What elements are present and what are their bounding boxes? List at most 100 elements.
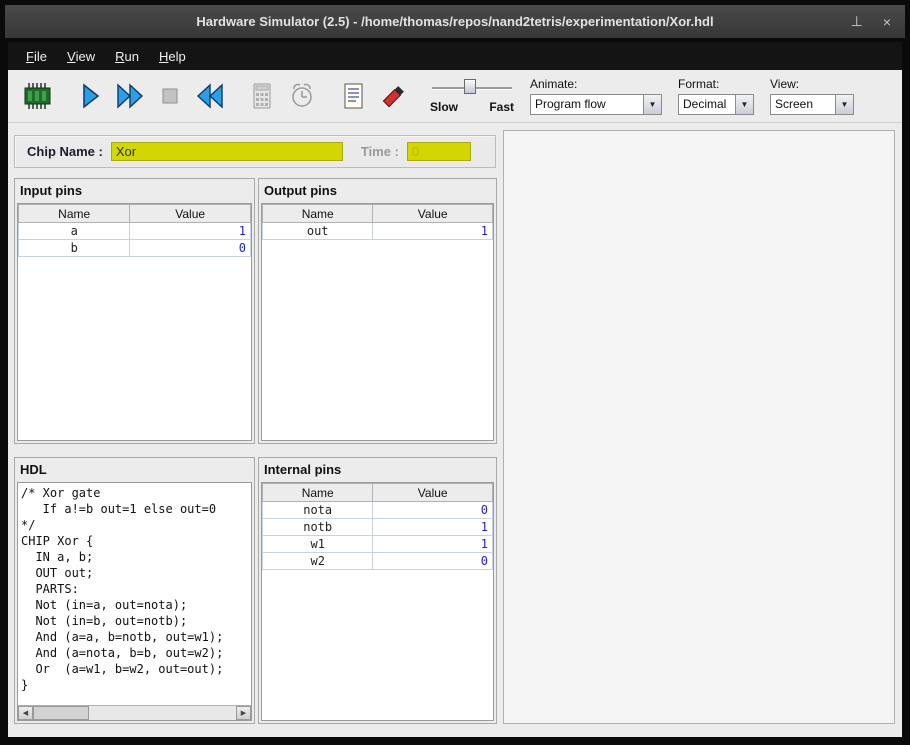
close-button[interactable]: ×: [883, 14, 891, 30]
menu-item[interactable]: Run: [105, 42, 149, 70]
column-header-name: Name: [263, 484, 373, 502]
hdl-horizontal-scrollbar[interactable]: ◀ ▶: [18, 705, 251, 720]
column-header-name: Name: [263, 205, 373, 223]
internal-pins-title: Internal pins: [259, 458, 496, 480]
speed-slider[interactable]: [430, 79, 514, 95]
main-content: Chip Name : Xor Time : 0 Input pins Name…: [8, 123, 902, 737]
view-value: Screen: [771, 95, 835, 114]
pin-name-cell: nota: [263, 502, 373, 519]
view-select[interactable]: Screen ▼: [770, 94, 854, 115]
table-row: nota 0: [263, 502, 493, 519]
table-row: notb 1: [263, 519, 493, 536]
output-pins-table-wrap: Name Value out 1: [261, 203, 494, 441]
reset-button[interactable]: [190, 75, 230, 117]
pin-value-cell: 1: [373, 519, 493, 536]
hdl-code-area: /* Xor gate If a!=b out=1 else out=0 */ …: [17, 482, 252, 721]
code-line: And (a=nota, b=b, out=w2);: [21, 645, 248, 661]
column-header-value: Value: [373, 484, 493, 502]
load-script-button[interactable]: [334, 75, 374, 117]
code-line: }: [21, 677, 248, 693]
clock-icon: [287, 81, 317, 111]
pin-name-cell: w1: [263, 536, 373, 553]
reset-icon: [195, 81, 225, 111]
table-row: w1 1: [263, 536, 493, 553]
code-line: Or (a=w1, b=w2, out=out);: [21, 661, 248, 677]
view-group: View: Screen ▼: [770, 77, 854, 115]
code-line: CHIP Xor {: [21, 533, 248, 549]
format-select[interactable]: Decimal ▼: [678, 94, 754, 115]
run-icon: [115, 81, 145, 111]
column-header-name: Name: [19, 205, 130, 223]
load-script-icon: [339, 81, 369, 111]
clear-button[interactable]: [374, 75, 414, 117]
scroll-right-button[interactable]: ▶: [236, 706, 251, 720]
pin-name-cell: out: [263, 223, 373, 240]
window-title: Hardware Simulator (2.5) - /home/thomas/…: [5, 5, 905, 38]
run-button[interactable]: [110, 75, 150, 117]
input-pins-title: Input pins: [15, 179, 254, 201]
animate-select[interactable]: Program flow ▼: [530, 94, 662, 115]
load-chip-button[interactable]: [18, 75, 58, 117]
calculator-button[interactable]: [242, 75, 282, 117]
internal-pins-panel: Internal pins Name Value nota: [258, 457, 497, 724]
pin-value-cell[interactable]: 1: [130, 223, 251, 240]
input-pins-table-wrap: Name Value a 1 b: [17, 203, 252, 441]
menu-item[interactable]: File: [16, 42, 57, 70]
chip-name-bar: Chip Name : Xor Time : 0: [14, 135, 496, 168]
pin-name-cell: a: [19, 223, 130, 240]
internal-pins-table: Name Value nota 0 not: [262, 483, 493, 570]
single-step-button[interactable]: [70, 75, 110, 117]
pin-name-cell: b: [19, 240, 130, 257]
chip-name-label: Chip Name :: [27, 144, 103, 159]
time-label: Time :: [361, 144, 399, 159]
pin-value-cell: 0: [373, 553, 493, 570]
slow-label: Slow: [430, 100, 458, 114]
chevron-down-icon[interactable]: ▼: [735, 95, 753, 114]
stop-icon: [155, 81, 185, 111]
format-group: Format: Decimal ▼: [678, 77, 754, 115]
pin-name-cell: notb: [263, 519, 373, 536]
pin-value-cell: 1: [373, 536, 493, 553]
code-line: Not (in=b, out=notb);: [21, 613, 248, 629]
titlebar: Hardware Simulator (2.5) - /home/thomas/…: [5, 5, 905, 38]
calculator-icon: [247, 81, 277, 111]
code-line: PARTS:: [21, 581, 248, 597]
pin-value-cell[interactable]: 0: [130, 240, 251, 257]
slider-thumb[interactable]: [464, 79, 476, 94]
table-row: w2 0: [263, 553, 493, 570]
code-line: OUT out;: [21, 565, 248, 581]
output-pins-panel: Output pins Name Value out: [258, 178, 497, 444]
table-row: a 1: [19, 223, 251, 240]
chevron-down-icon[interactable]: ▼: [835, 95, 853, 114]
animate-label: Animate:: [530, 77, 662, 91]
chevron-down-icon[interactable]: ▼: [643, 95, 661, 114]
animate-value: Program flow: [531, 95, 643, 114]
stop-button[interactable]: [150, 75, 190, 117]
view-label: View:: [770, 77, 854, 91]
code-line: Not (in=a, out=nota);: [21, 597, 248, 613]
scroll-left-button[interactable]: ◀: [18, 706, 33, 720]
pin-value-cell: 0: [373, 502, 493, 519]
pin-value-cell: 1: [373, 223, 493, 240]
fast-label: Fast: [489, 100, 514, 114]
output-pins-table: Name Value out 1: [262, 204, 493, 240]
format-value: Decimal: [679, 95, 735, 114]
chip-name-field[interactable]: Xor: [111, 142, 343, 161]
menu-item[interactable]: Help: [149, 42, 196, 70]
format-label: Format:: [678, 77, 754, 91]
toolbar: Slow Fast Animate: Program flow ▼ Format…: [8, 70, 902, 123]
scroll-thumb[interactable]: [33, 706, 89, 720]
column-header-value: Value: [373, 205, 493, 223]
menu-item[interactable]: View: [57, 42, 105, 70]
menubar: File View Run Help: [8, 42, 902, 70]
column-header-value: Value: [130, 205, 251, 223]
screen-view-panel: [503, 130, 895, 724]
code-line: If a!=b out=1 else out=0: [21, 501, 248, 517]
output-pins-title: Output pins: [259, 179, 496, 201]
hdl-code: /* Xor gate If a!=b out=1 else out=0 */ …: [18, 483, 251, 693]
minimize-button[interactable]: ⊥: [851, 13, 863, 30]
internal-pins-table-wrap: Name Value nota 0 not: [261, 482, 494, 721]
clock-button[interactable]: [282, 75, 322, 117]
hdl-panel: HDL /* Xor gate If a!=b out=1 else out=0…: [14, 457, 255, 724]
speed-slider-group: Slow Fast: [430, 79, 514, 114]
